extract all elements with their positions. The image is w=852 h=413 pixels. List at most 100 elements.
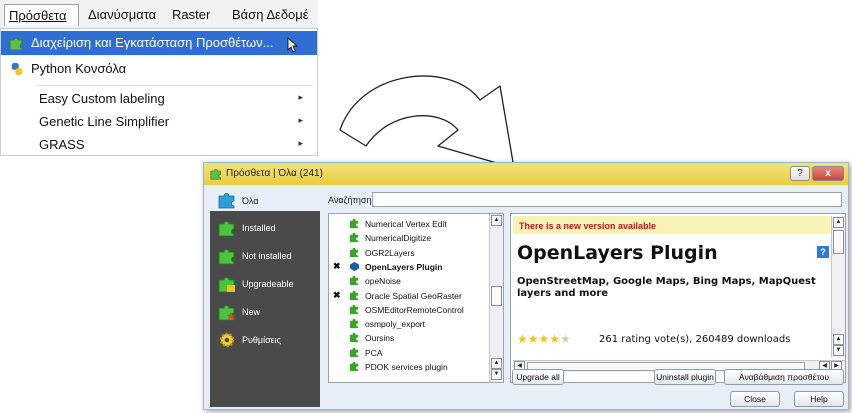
scroll-up-button[interactable]: ▲ — [833, 217, 844, 228]
search-label: Αναζήτηση — [328, 195, 372, 205]
status-mark-icon: ✖ — [333, 289, 341, 300]
star-filled-icon: ★ — [538, 332, 550, 346]
search-input[interactable] — [372, 192, 842, 207]
menu-item-label: Genetic Line Simplifier — [39, 114, 170, 129]
category-label: Όλα — [242, 196, 259, 206]
plugin-list-item[interactable]: osmpoly_export — [329, 317, 489, 331]
plugins-dropdown-menu: Διαχείριση και Εγκατάσταση Προσθέτων... … — [0, 28, 318, 156]
titlebar-help-button[interactable]: ? — [790, 166, 810, 181]
menu-item-genetic-line-simplifier[interactable]: Genetic Line Simplifier ▸ — [1, 110, 317, 134]
plugin-list-item[interactable]: opeNoise — [329, 274, 489, 288]
plugin-name: NumericalDigitize — [365, 233, 432, 244]
scroll-thumb[interactable] — [833, 230, 844, 254]
plugin-name: opeNoise — [365, 276, 401, 287]
plugin-name: OGR2Layers — [365, 247, 415, 258]
menubar: Πρόσθετα Διανύσματα Raster Βάση Δεδομέ — [0, 0, 318, 30]
category-upgradeable[interactable]: Upgradeable — [210, 271, 320, 297]
dialog-title: Πρόσθετα | Όλα (241) — [226, 168, 323, 179]
category-sidebar: Όλα Installed Not installed Upgradeable — [210, 189, 320, 407]
plugin-list-item[interactable]: Numerical Vertex Edit — [329, 217, 489, 231]
puzzle-icon — [349, 247, 359, 257]
category-label: New — [242, 307, 261, 317]
star-filled-icon: ★ — [549, 332, 561, 346]
menu-vector[interactable]: Διανύσματα — [88, 7, 156, 22]
category-all[interactable]: Όλα — [210, 189, 320, 211]
puzzle-icon — [218, 221, 235, 237]
star-filled-icon: ★ — [517, 332, 528, 346]
scroll-thumb[interactable] — [491, 286, 502, 306]
new-version-notice: There is a new version available — [513, 216, 831, 234]
scroll-up-button[interactable]: ▲ — [491, 358, 502, 369]
puzzle-icon — [349, 290, 359, 300]
mouse-cursor-icon — [287, 37, 299, 53]
puzzle-icon — [349, 304, 359, 314]
plugin-list-item[interactable]: PDOK services plugin — [329, 360, 489, 374]
plugin-list-item[interactable]: Oursins — [329, 331, 489, 345]
menu-item-label: GRASS — [39, 137, 85, 152]
puzzle-icon — [349, 347, 359, 357]
rating-text: 261 rating vote(s), 260489 downloads — [599, 334, 791, 345]
uninstall-plugin-button[interactable]: Uninstall plugin — [654, 369, 716, 385]
scroll-up-button[interactable]: ▲ — [491, 215, 502, 226]
menu-item-manage-plugins[interactable]: Διαχείριση και Εγκατάσταση Προσθέτων... — [1, 31, 317, 55]
menu-item-label: Python Κονσόλα — [31, 61, 127, 76]
upgrade-all-button[interactable]: Upgrade all — [512, 369, 564, 385]
plugin-name: PDOK services plugin — [365, 362, 448, 372]
plugin-name: PCA — [365, 347, 383, 358]
plugin-name: osmpoly_export — [365, 319, 426, 330]
rating-stars: ★★★★★ — [517, 332, 571, 346]
puzzle-icon — [349, 333, 359, 343]
plugin-name: Oracle Spatial GeoRaster — [365, 290, 462, 301]
plugin-detail-pane: There is a new version available OpenLay… — [510, 213, 846, 383]
new-version-text: There is a new version available — [519, 221, 657, 231]
gear-icon — [219, 332, 235, 348]
menu-item-grass[interactable]: GRASS ▸ — [1, 133, 317, 157]
puzzle-icon — [9, 37, 23, 50]
menu-raster[interactable]: Raster — [172, 7, 210, 22]
category-label: Ρυθμίσεις — [242, 335, 282, 345]
plugin-name: Numerical Vertex Edit — [365, 219, 447, 229]
menu-plugins[interactable]: Πρόσθετα — [4, 4, 79, 26]
list-scrollbar[interactable]: ▲ ▲ ▼ — [489, 214, 503, 382]
menu-item-label: Διαχείριση και Εγκατάσταση Προσθέτων... — [31, 35, 274, 50]
plugin-list-item[interactable]: ✖ OpenLayers Plugin — [329, 260, 489, 274]
plugin-description: OpenStreetMap, Google Maps, Bing Maps, M… — [517, 276, 816, 299]
puzzle-icon — [349, 361, 359, 372]
category-not-installed[interactable]: Not installed — [210, 243, 320, 269]
plugin-list-item[interactable]: OSMEditorRemoteControl — [329, 303, 489, 317]
openlayers-icon — [349, 261, 360, 271]
plugin-list-item[interactable]: OGR2Layers — [329, 246, 489, 260]
close-button[interactable]: Close — [730, 391, 780, 407]
plugin-list-item[interactable]: NumericalDigitize — [329, 231, 489, 245]
status-mark-icon: ✖ — [333, 260, 341, 271]
puzzle-icon — [349, 233, 359, 243]
puzzle-icon — [218, 193, 235, 209]
upgrade-plugin-button[interactable]: Αναβάθμιση προσθέτου — [724, 369, 844, 385]
category-installed[interactable]: Installed — [210, 215, 320, 241]
menu-item-python-console[interactable]: Python Κονσόλα — [1, 57, 317, 81]
puzzle-icon — [349, 218, 359, 229]
python-icon — [11, 62, 23, 76]
plugin-title: OpenLayers Plugin — [517, 242, 718, 264]
detail-vertical-scrollbar[interactable]: ▲ ▲ ▼ — [831, 216, 845, 358]
titlebar-close-button[interactable]: x — [812, 166, 844, 181]
plugin-manager-dialog: Πρόσθετα | Όλα (241) ? x Όλα Installed N… — [203, 162, 849, 410]
menu-item-label: Easy Custom labeling — [39, 91, 165, 106]
help-button[interactable]: Help — [794, 391, 844, 407]
plugin-list-item[interactable]: ✖ Oracle Spatial GeoRaster — [329, 289, 489, 303]
plugin-list: Numerical Vertex Edit NumericalDigitize OG… — [328, 213, 504, 383]
menu-database[interactable]: Βάση Δεδομέ — [232, 7, 309, 22]
plugin-name: OpenLayers Plugin — [365, 261, 443, 272]
dialog-titlebar[interactable]: Πρόσθετα | Όλα (241) ? x — [204, 163, 848, 185]
puzzle-upgrade-icon — [218, 277, 235, 293]
plugin-list-item[interactable]: PCA — [329, 346, 489, 360]
scroll-down-button[interactable]: ▼ — [833, 345, 844, 356]
puzzle-icon — [349, 318, 359, 329]
category-settings[interactable]: Ρυθμίσεις — [210, 327, 320, 353]
menu-item-easy-custom-labeling[interactable]: Easy Custom labeling ▸ — [1, 87, 317, 111]
scroll-down-button[interactable]: ▼ — [491, 369, 502, 380]
plugin-help-icon[interactable]: ? — [817, 246, 829, 258]
scroll-up-button[interactable]: ▲ — [833, 334, 844, 345]
category-new[interactable]: New — [210, 299, 320, 325]
plugin-name: OSMEditorRemoteControl — [365, 304, 464, 315]
